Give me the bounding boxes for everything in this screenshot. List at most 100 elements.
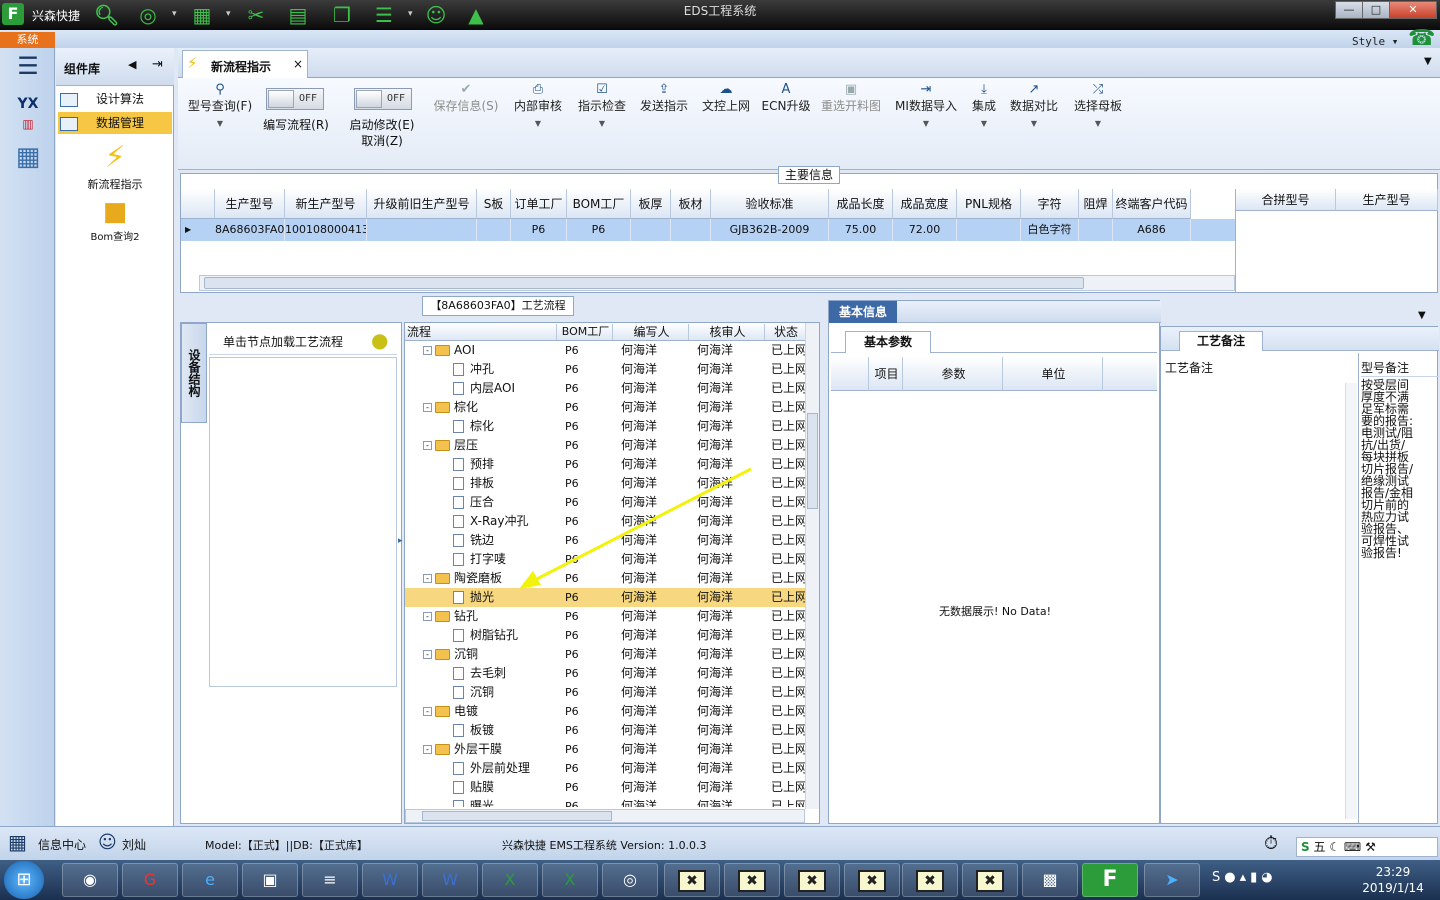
send-instruction-button[interactable]: ⇪ 发送指示 xyxy=(636,82,692,114)
save-info-button[interactable]: ✔ 保存信息(S) xyxy=(430,82,502,114)
tree-row[interactable]: - 棕化 P6 何海洋 何海洋 已上网 xyxy=(405,398,805,417)
taskbar-window-icon[interactable]: ✖ xyxy=(844,863,900,897)
collapse-icon[interactable]: - xyxy=(423,707,432,716)
write-process-toggle[interactable]: OFF xyxy=(266,88,324,110)
col-header[interactable]: 字符 xyxy=(1021,189,1079,219)
panel-menu-chevron-icon[interactable]: ▼ xyxy=(1418,310,1426,321)
library-item-design-algorithm[interactable]: 设计算法 xyxy=(58,88,172,110)
collapse-icon[interactable]: - xyxy=(423,403,432,412)
col-header[interactable]: 验收标准 xyxy=(711,189,829,219)
tree-row[interactable]: 贴膜 P6 何海洋 何海洋 已上网 xyxy=(405,778,805,797)
taskbar-excel-icon[interactable]: X xyxy=(482,863,538,897)
clock-icon[interactable]: ⏱ xyxy=(1264,833,1278,854)
col-header[interactable]: 订单工厂 xyxy=(511,189,567,219)
info-center-link[interactable]: 信息中心 xyxy=(38,836,86,853)
taskbar-eds-app-icon[interactable]: F xyxy=(1082,863,1138,897)
col-header[interactable]: 成品长度 xyxy=(829,189,893,219)
col-header[interactable]: 生产型号 xyxy=(215,189,285,219)
close-window-button[interactable]: ✕ xyxy=(1389,1,1437,19)
tree-row[interactable]: X-Ray冲孔 P6 何海洋 何海洋 已上网 xyxy=(405,512,805,531)
col-header[interactable]: 终端客户代码 xyxy=(1113,189,1191,219)
tree-row[interactable]: 棕化 P6 何海洋 何海洋 已上网 xyxy=(405,417,805,436)
col-header[interactable]: 板材 xyxy=(671,189,711,219)
system-tray-icons[interactable]: S●▴▮◕ xyxy=(1212,870,1277,885)
tree-row[interactable]: - 沉铜 P6 何海洋 何海洋 已上网 xyxy=(405,645,805,664)
taskbar-eye-icon[interactable]: ◎ xyxy=(602,863,658,897)
tree-row[interactable]: 曝光 P6 何海洋 何海洋 已上网 xyxy=(405,797,805,807)
minimize-button[interactable]: — xyxy=(1335,1,1363,19)
tree-row[interactable]: 预排 P6 何海洋 何海洋 已上网 xyxy=(405,455,805,474)
collapse-icon[interactable]: - xyxy=(423,574,432,583)
doc-publish-button[interactable]: ☁ 文控上网 xyxy=(698,82,754,114)
start-button[interactable]: ⊞ xyxy=(4,861,44,899)
taskbar-word-icon[interactable]: W xyxy=(362,863,418,897)
ecn-upgrade-button[interactable]: A ECN升级 xyxy=(760,82,812,114)
tab-close-icon[interactable]: × xyxy=(293,57,303,71)
taskbar-window-icon[interactable]: ✖ xyxy=(664,863,720,897)
taskbar-excel-icon[interactable]: X xyxy=(542,863,598,897)
taskbar-word-icon[interactable]: W xyxy=(422,863,478,897)
tree-row[interactable]: - 电镀 P6 何海洋 何海洋 已上网 xyxy=(405,702,805,721)
tree-row[interactable]: 沉铜 P6 何海洋 何海洋 已上网 xyxy=(405,683,805,702)
vertical-scrollbar[interactable] xyxy=(805,323,819,809)
tree-row[interactable]: - 钻孔 P6 何海洋 何海洋 已上网 xyxy=(405,607,805,626)
select-mother-board-button[interactable]: ⤮ 选择母板 ▼ xyxy=(1070,82,1126,132)
col-header[interactable]: S板 xyxy=(477,189,511,219)
scrollbar-thumb[interactable] xyxy=(204,277,1084,289)
equipment-structure-tab[interactable]: 设备结构 xyxy=(181,323,207,423)
col-process[interactable]: 流程 xyxy=(407,324,557,340)
col-header[interactable]: 升级前旧生产型号 xyxy=(367,189,477,219)
taskbar-window-icon[interactable]: ✖ xyxy=(784,863,840,897)
col-header[interactable]: 阻焊 xyxy=(1079,189,1113,219)
tool-new-process[interactable]: ⚡ 新流程指示 xyxy=(62,140,168,192)
tree-row[interactable]: - 外层干膜 P6 何海洋 何海洋 已上网 xyxy=(405,740,805,759)
collapse-icon[interactable]: - xyxy=(423,346,432,355)
calculator-icon[interactable]: ▦ xyxy=(8,140,48,180)
maximize-button[interactable]: □ xyxy=(1362,1,1390,19)
collapse-icon[interactable]: - xyxy=(423,745,432,754)
data-compare-button[interactable]: ↗ 数据对比 ▼ xyxy=(1008,82,1060,132)
tool-bom-query[interactable]: ■ Bom查询2 xyxy=(62,196,168,243)
taskbar-scroll-icon[interactable]: ≡ xyxy=(302,863,358,897)
tree-row[interactable]: 树脂钻孔 P6 何海洋 何海洋 已上网 xyxy=(405,626,805,645)
instruction-check-button[interactable]: ☑ 指示检查 ▼ xyxy=(574,82,630,132)
tray-clock[interactable]: 23:29 2019/1/14 xyxy=(1352,864,1434,896)
scrollbar-thumb[interactable] xyxy=(422,811,612,821)
integrate-button[interactable]: ⤓ 集成 ▼ xyxy=(966,82,1002,132)
taskbar-window-icon[interactable]: ✖ xyxy=(724,863,780,897)
col-header[interactable]: 板厚 xyxy=(631,189,671,219)
tree-row[interactable]: 内层AOI P6 何海洋 何海洋 已上网 xyxy=(405,379,805,398)
tree-row[interactable]: - AOI P6 何海洋 何海洋 已上网 xyxy=(405,341,805,360)
factory-icon[interactable]: YX ▥ xyxy=(8,94,48,134)
col-bom-factory[interactable]: BOM工厂 xyxy=(559,324,613,340)
collapse-icon[interactable]: - xyxy=(423,441,432,450)
taskbar-window-icon[interactable]: ✖ xyxy=(902,863,958,897)
tab-new-process[interactable]: ⚡ 新流程指示 × xyxy=(182,50,308,78)
internal-review-button[interactable]: ⎙ 内部审核 ▼ xyxy=(510,82,566,132)
tree-row[interactable]: 去毛刺 P6 何海洋 何海洋 已上网 xyxy=(405,664,805,683)
collapse-icon[interactable]: - xyxy=(423,650,432,659)
basic-info-tab[interactable]: 基本信息 xyxy=(829,301,897,323)
col-header[interactable]: 新生产型号 xyxy=(285,189,367,219)
scrollbar-thumb[interactable] xyxy=(807,413,818,509)
cancel-label[interactable]: 取消(Z) xyxy=(342,132,422,149)
splitter-arrow-icon[interactable]: ▸ xyxy=(398,536,403,546)
pin-icon[interactable]: ⇥ xyxy=(152,57,163,72)
taskbar-bird-icon[interactable]: ➤ xyxy=(1144,863,1200,897)
tree-row[interactable]: 板镀 P6 何海洋 何海洋 已上网 xyxy=(405,721,805,740)
col-unit[interactable]: 单位 xyxy=(1005,357,1103,391)
process-remark-tab[interactable]: 工艺备注 xyxy=(1179,331,1263,351)
tab-list-chevron-icon[interactable]: ▼ xyxy=(1424,56,1432,67)
style-menu[interactable]: Style ▾ xyxy=(1352,35,1398,48)
taskbar-chip-icon[interactable]: ▩ xyxy=(1022,863,1078,897)
horizontal-scrollbar[interactable] xyxy=(199,275,1235,291)
taskbar-app-shell-icon[interactable]: ◉ xyxy=(62,863,118,897)
tree-row[interactable]: 抛光 P6 何海洋 何海洋 已上网 xyxy=(405,588,805,607)
taskbar-ie-icon[interactable]: e xyxy=(182,863,238,897)
hamburger-menu-icon[interactable]: ☰ xyxy=(8,54,48,94)
model-query-button[interactable]: ⚲ 型号查询(F) ▼ xyxy=(182,82,258,132)
col-header[interactable]: BOM工厂 xyxy=(567,189,631,219)
col-status[interactable]: 状态 xyxy=(767,324,805,340)
col-header[interactable]: PNL规格 xyxy=(957,189,1021,219)
tree-row[interactable]: 压合 P6 何海洋 何海洋 已上网 xyxy=(405,493,805,512)
